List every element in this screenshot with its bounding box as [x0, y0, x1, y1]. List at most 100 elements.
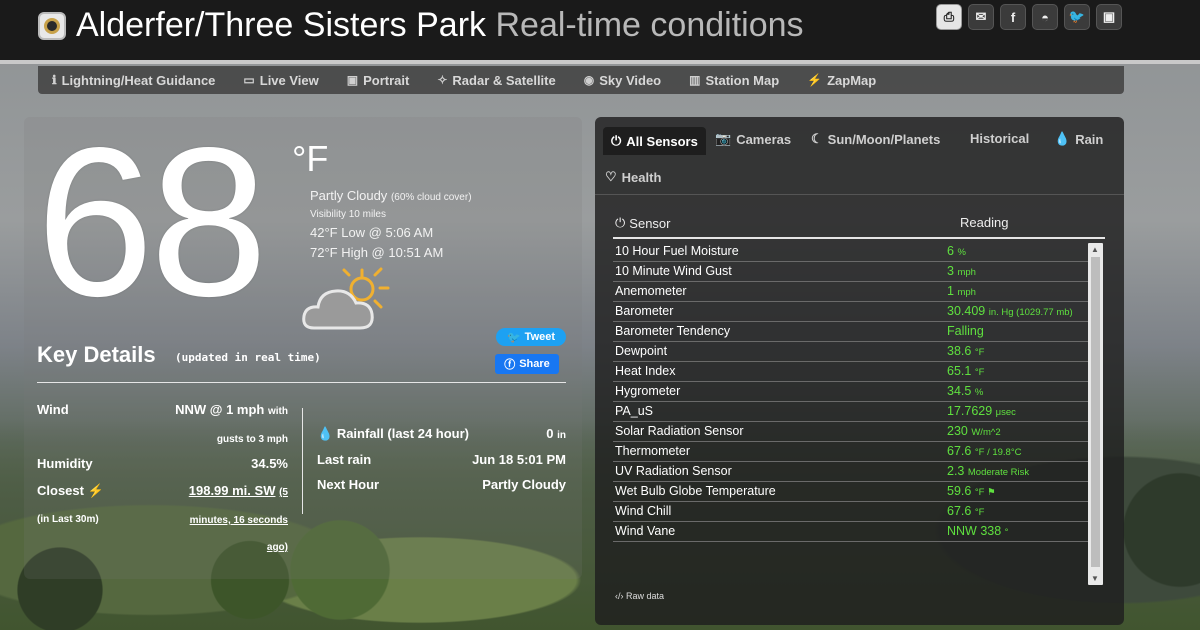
next-hour-value: Partly Cloudy: [482, 477, 566, 492]
moon-icon: ☾: [811, 131, 823, 146]
cloud-cover: (60% cloud cover): [390, 192, 472, 203]
tab-historical[interactable]: Historical: [970, 131, 1029, 146]
sensor-name[interactable]: Wet Bulb Globe Temperature: [613, 482, 947, 501]
messenger-icon[interactable]: ◓: [1032, 4, 1058, 30]
table-row: Anemometer 1 mph: [613, 282, 1089, 302]
nav-item-portrait[interactable]: ▣ Portrait: [347, 73, 410, 88]
table-row: Solar Radiation Sensor 230 W/m^2: [613, 422, 1089, 442]
sensor-name[interactable]: Dewpoint: [613, 342, 947, 361]
closest-lightning-value[interactable]: 198.99 mi. SW (5: [189, 483, 288, 498]
wind-gusts: gusts to 3 mph: [216, 434, 288, 445]
table-row: 10 Minute Wind Gust 3 mph: [613, 262, 1089, 282]
key-details-title: Key Details: [37, 342, 156, 367]
sensor-name[interactable]: Wind Vane: [613, 522, 947, 541]
sensor-name[interactable]: Hygrometer: [613, 382, 947, 401]
page-title: Alderfer/Three Sisters Park Real-time co…: [76, 4, 804, 46]
key-details-subtitle: (updated in real time): [175, 351, 321, 364]
next-hour-label: Next Hour: [317, 477, 380, 492]
info-icon: ℹ: [52, 73, 57, 87]
image-icon: ▣: [346, 73, 359, 87]
sensor-name[interactable]: Thermometer: [613, 442, 947, 461]
tab-label: Health: [621, 169, 662, 185]
visibility: Visibility 10 miles: [310, 209, 386, 220]
tweet-button[interactable]: 🐦 Tweet: [496, 328, 566, 346]
last-rain-value: Jun 18 5:01 PM: [472, 452, 566, 467]
table-row: Wind Chill 67.6 °F: [613, 502, 1089, 522]
tab-label: Cameras: [736, 131, 792, 147]
sensor-table-scrollbar[interactable]: ▲ ▼: [1088, 243, 1103, 585]
table-row: Barometer 30.409 in. Hg (1029.77 mb): [613, 302, 1089, 322]
last-rain-label: Last rain: [317, 452, 372, 467]
twitter-icon[interactable]: 🐦: [1064, 4, 1090, 30]
closest-lightning-time[interactable]: minutes, 16 seconds: [190, 511, 288, 526]
power-icon: ⏻: [611, 133, 622, 148]
tab-sun-moon-planets[interactable]: ☾ Sun/Moon/Planets: [811, 131, 940, 147]
sensor-column-header: ⏻ Sensor: [615, 215, 671, 231]
tv-icon: ▭: [243, 73, 255, 87]
facebook-icon[interactable]: f: [1000, 4, 1026, 30]
tab-all-sensors[interactable]: ⏻ All Sensors: [603, 127, 706, 155]
sensor-reading: NNW 338 °: [947, 524, 1009, 538]
table-row: 10 Hour Fuel Moisture 6 %: [613, 242, 1089, 262]
sensor-name[interactable]: UV Radiation Sensor: [613, 462, 947, 481]
facebook-share-button[interactable]: ⓕ Share: [495, 354, 559, 374]
sensor-name[interactable]: Solar Radiation Sensor: [613, 422, 947, 441]
email-icon[interactable]: ✉: [968, 4, 994, 30]
nav-label: Lightning/Heat Guidance: [61, 72, 216, 88]
embed-icon[interactable]: ▣: [1096, 4, 1122, 30]
wind-value: NNW @ 1 mph with: [175, 402, 288, 417]
station-logo-icon[interactable]: [38, 12, 66, 40]
rainfall-label: 💧 Rainfall (last 24 hour): [317, 426, 470, 441]
table-row: Hygrometer 34.5 %: [613, 382, 1089, 402]
sensor-reading: 230 W/m^2: [947, 424, 1001, 438]
nav-item-zapmap[interactable]: ⚡ ZapMap: [807, 73, 876, 88]
tab-cameras[interactable]: 📷 Cameras: [715, 131, 791, 147]
sensor-name[interactable]: Heat Index: [613, 362, 947, 381]
bolt-icon: ⚡: [807, 73, 823, 87]
scroll-up-icon[interactable]: ▲: [1091, 245, 1099, 254]
video-icon: ◉: [583, 73, 595, 87]
nav-label: Radar & Satellite: [452, 72, 556, 88]
sensor-name[interactable]: Wind Chill: [613, 502, 947, 521]
pdf-icon[interactable]: ⎙: [936, 4, 962, 30]
sensor-name[interactable]: 10 Minute Wind Gust: [613, 262, 947, 281]
drop-icon: 💧: [1054, 131, 1071, 146]
raw-data-link[interactable]: ‹/› Raw data: [615, 591, 664, 601]
power-icon: ⏻: [615, 215, 626, 230]
sensor-table: 10 Hour Fuel Moisture 6 % 10 Minute Wind G…: [613, 242, 1089, 542]
humidity-value: 34.5%: [251, 456, 288, 471]
nav-item-sky-video[interactable]: ◉ Sky Video: [584, 73, 661, 88]
bolt-icon: ⚡: [87, 483, 104, 498]
scroll-down-icon[interactable]: ▼: [1091, 574, 1099, 583]
sensor-name[interactable]: PA_uS: [613, 402, 947, 421]
nav-item-lightning-heat-guidance[interactable]: ℹ Lightning/Heat Guidance: [52, 73, 215, 88]
table-row: Barometer Tendency Falling: [613, 322, 1089, 342]
closest-lightning-sub: (in Last 30m): [37, 514, 99, 525]
tab-label: Historical: [970, 131, 1030, 146]
tab-label: Rain: [1075, 131, 1104, 147]
table-row: Thermometer 67.6 °F / 19.8°C: [613, 442, 1089, 462]
sensor-name[interactable]: 10 Hour Fuel Moisture: [613, 242, 947, 261]
twitter-icon: 🐦: [506, 331, 521, 344]
tab-health[interactable]: ♡ Health: [605, 169, 661, 185]
sensor-name[interactable]: Barometer Tendency: [613, 322, 947, 341]
key-details-column-divider: [302, 408, 303, 514]
sensor-reading: 59.6 °F ⚑: [947, 484, 996, 498]
condition-summary: Partly Cloudy (60% cloud cover) Visibili…: [310, 188, 472, 260]
sensor-name[interactable]: Barometer: [613, 302, 947, 321]
nav-item-radar-satellite[interactable]: ✧ Radar & Satellite: [437, 73, 555, 88]
closest-lightning-ago[interactable]: ago): [267, 538, 288, 553]
sensor-name[interactable]: Anemometer: [613, 282, 947, 301]
tab-rain[interactable]: 💧 Rain: [1054, 131, 1103, 147]
sensor-reading: 2.3 Moderate Risk: [947, 464, 1030, 478]
site-header: Alderfer/Three Sisters Park Real-time co…: [0, 0, 1200, 60]
nav-item-station-map[interactable]: ▥ Station Map: [689, 73, 779, 88]
table-row: Wet Bulb Globe Temperature 59.6 °F ⚑: [613, 482, 1089, 502]
sensor-reading: 34.5 %: [947, 384, 984, 398]
nav-label: Station Map: [705, 72, 780, 88]
header-divider: [0, 60, 1200, 64]
map-icon: ▥: [689, 73, 701, 87]
sensor-reading: Falling: [947, 324, 984, 338]
scrollbar-thumb[interactable]: [1091, 257, 1100, 567]
nav-item-live-view[interactable]: ▭ Live View: [243, 73, 318, 88]
